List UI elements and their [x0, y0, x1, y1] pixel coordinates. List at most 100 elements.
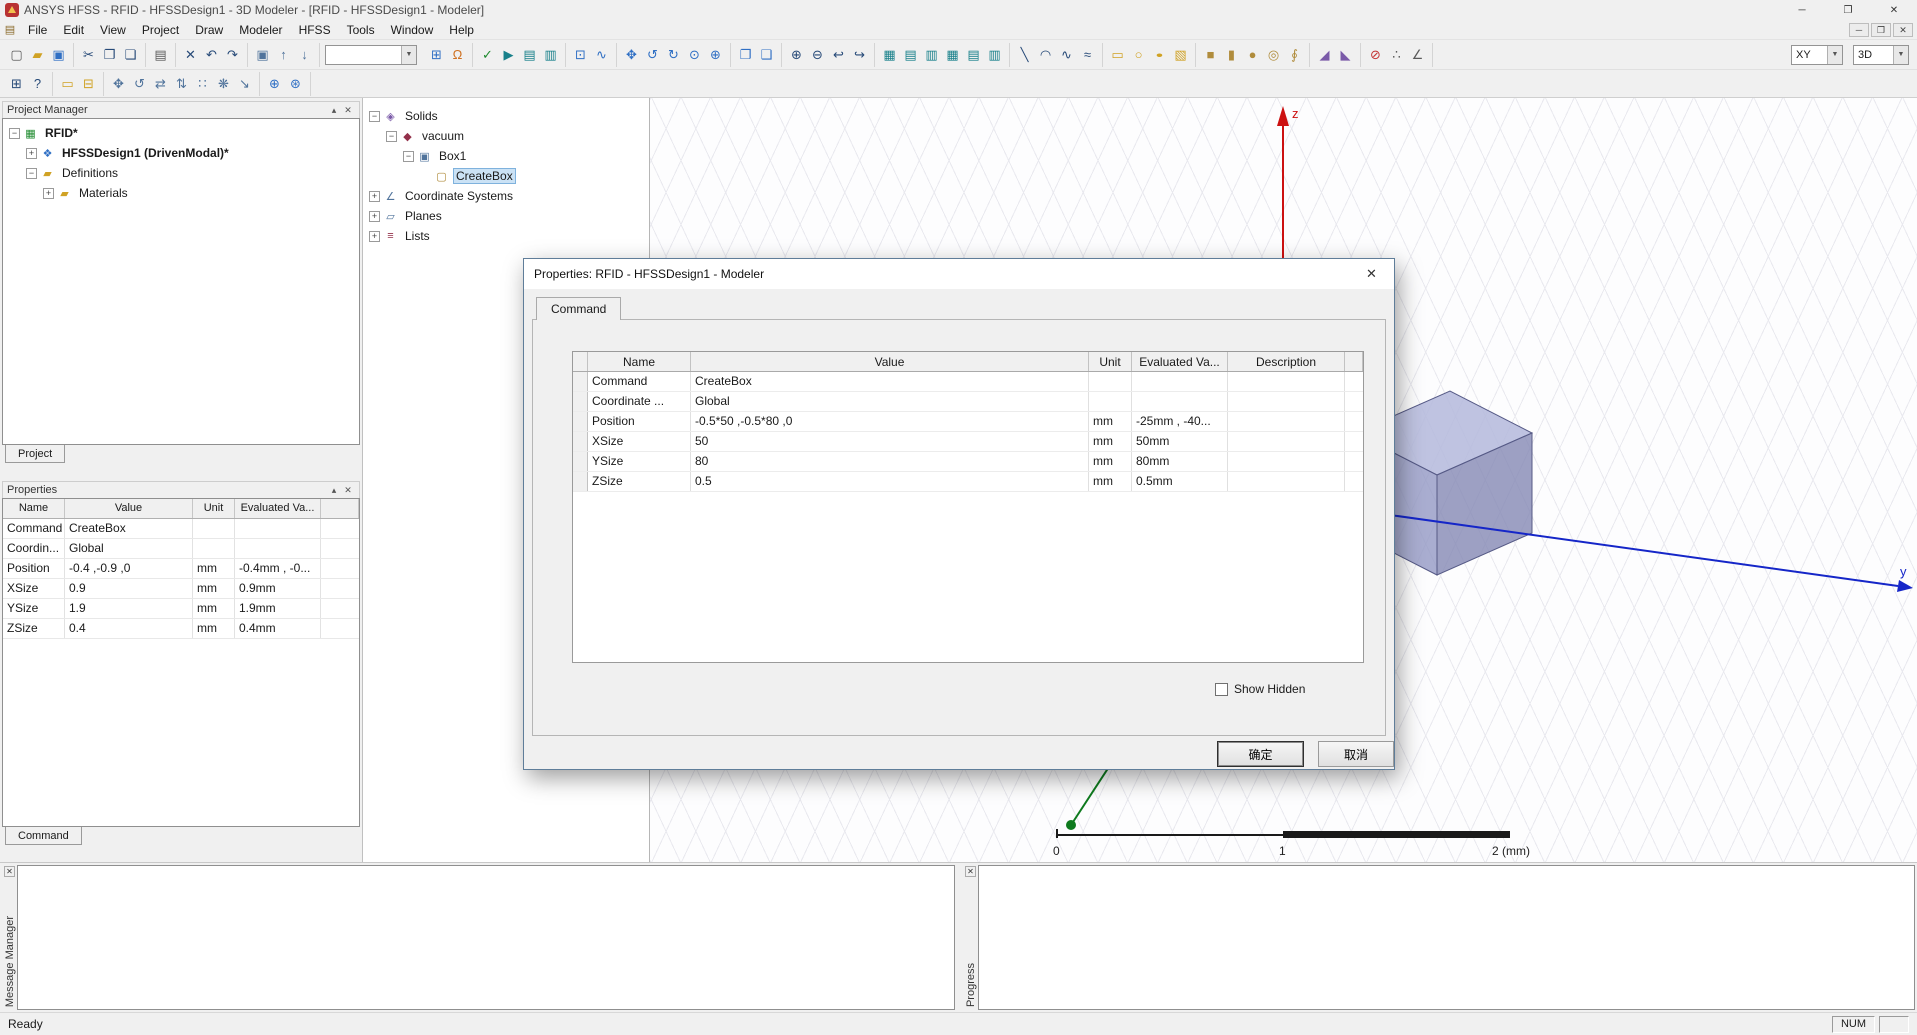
- setup-list-icon[interactable]: ▤: [963, 44, 984, 65]
- property-value-cell[interactable]: 0.5: [691, 472, 1089, 491]
- column-header-name[interactable]: Name: [588, 352, 691, 371]
- dock-close-icon[interactable]: ✕: [4, 866, 15, 877]
- tree-expand-toggle[interactable]: −: [9, 127, 20, 139]
- menu-item[interactable]: Modeler: [231, 20, 290, 39]
- property-unit-cell[interactable]: [1089, 372, 1132, 391]
- sweep-icon[interactable]: ◢: [1314, 44, 1335, 65]
- measure-icon[interactable]: ∿: [591, 44, 612, 65]
- ruler-icon[interactable]: ▭: [57, 73, 78, 94]
- tree-item[interactable]: + ▱ Planes: [363, 206, 649, 226]
- property-row[interactable]: Command CreateBox: [573, 372, 1363, 392]
- draw-box-icon[interactable]: ■: [1200, 44, 1221, 65]
- row-selector[interactable]: [573, 412, 588, 431]
- tab-command-bottom[interactable]: Command: [5, 826, 82, 845]
- mdi-restore-button[interactable]: ❐: [1871, 22, 1891, 37]
- snap-mode-icon[interactable]: ⊟: [78, 73, 99, 94]
- tree-expand-toggle[interactable]: −: [386, 130, 397, 142]
- property-value-cell[interactable]: 1.9: [65, 599, 193, 618]
- dock-close-icon[interactable]: ✕: [965, 866, 976, 877]
- next-view-icon[interactable]: ↪: [849, 44, 870, 65]
- property-unit-cell[interactable]: mm: [1089, 452, 1132, 471]
- select-down-icon[interactable]: ↓: [294, 44, 315, 65]
- dialog-close-button[interactable]: ✕: [1349, 259, 1394, 289]
- property-value-cell[interactable]: -0.4 ,-0.9 ,0: [65, 559, 193, 578]
- draw-sphere-icon[interactable]: ●: [1242, 44, 1263, 65]
- column-header-value[interactable]: Value: [65, 499, 193, 518]
- row-selector[interactable]: [573, 432, 588, 451]
- redo-icon[interactable]: ↷: [222, 44, 243, 65]
- menu-item[interactable]: View: [92, 20, 134, 39]
- column-header-name[interactable]: Name: [3, 499, 65, 518]
- chevron-down-icon[interactable]: ▼: [1893, 45, 1908, 64]
- excitations-list-icon[interactable]: ▥: [921, 44, 942, 65]
- optimetrics-list-icon[interactable]: ▥: [984, 44, 1005, 65]
- new-file-icon[interactable]: ▢: [6, 44, 27, 65]
- thicken-icon[interactable]: ◣: [1335, 44, 1356, 65]
- boundaries-list-icon[interactable]: ▤: [900, 44, 921, 65]
- property-row[interactable]: Position -0.4 ,-0.9 ,0 mm -0.4mm , -0...: [3, 559, 359, 579]
- tree-item[interactable]: + ❖ HFSSDesign1 (DrivenModal)*: [3, 143, 359, 163]
- draw-line-icon[interactable]: ╲: [1014, 44, 1035, 65]
- draw-ellipse-icon[interactable]: ●: [1149, 48, 1170, 61]
- row-selector[interactable]: [573, 372, 588, 391]
- pan-icon[interactable]: ✥: [621, 44, 642, 65]
- cut-icon[interactable]: ✂: [78, 44, 99, 65]
- property-value-cell[interactable]: CreateBox: [65, 519, 193, 538]
- tree-expand-toggle[interactable]: −: [403, 150, 414, 162]
- property-row[interactable]: Position -0.5*50 ,-0.5*80 ,0 mm -25mm , …: [573, 412, 1363, 432]
- menu-item[interactable]: Window: [383, 20, 442, 39]
- column-header-unit[interactable]: Unit: [1089, 352, 1132, 371]
- save-icon[interactable]: ▣: [48, 44, 69, 65]
- results-icon[interactable]: ▥: [540, 44, 561, 65]
- property-value-cell[interactable]: 50: [691, 432, 1089, 451]
- tree-item[interactable]: ▢ CreateBox: [363, 166, 649, 186]
- panel-collapse-icon[interactable]: ▴: [327, 105, 341, 116]
- panel-close-icon[interactable]: ✕: [341, 485, 355, 496]
- tree-expand-toggle[interactable]: +: [369, 210, 380, 222]
- menu-item[interactable]: Edit: [55, 20, 92, 39]
- duplicate-line-icon[interactable]: ∷: [192, 73, 213, 94]
- property-value-cell[interactable]: 0.4: [65, 619, 193, 638]
- tree-item[interactable]: − ◆ vacuum: [363, 126, 649, 146]
- row-selector[interactable]: [573, 472, 588, 491]
- property-row[interactable]: Coordinate ... Global: [573, 392, 1363, 412]
- property-value-cell[interactable]: 0.9: [65, 579, 193, 598]
- paste-icon[interactable]: ❏: [120, 44, 141, 65]
- tree-expand-toggle[interactable]: −: [369, 110, 380, 122]
- property-unit-cell[interactable]: mm: [1089, 432, 1132, 451]
- print-icon[interactable]: ▤: [150, 44, 171, 65]
- ok-button[interactable]: 确定: [1217, 741, 1304, 767]
- property-row[interactable]: Coordin... Global: [3, 539, 359, 559]
- property-value-cell[interactable]: Global: [65, 539, 193, 558]
- zoom-in-icon[interactable]: ⊕: [786, 44, 807, 65]
- draw-arc-icon[interactable]: ◠: [1035, 44, 1056, 65]
- no-model-icon[interactable]: ⊘: [1365, 44, 1386, 65]
- chevron-down-icon[interactable]: ▼: [401, 45, 416, 64]
- zoom-out-icon[interactable]: ⊖: [807, 44, 828, 65]
- mirror-icon[interactable]: ⇄: [150, 73, 171, 94]
- context-help-icon[interactable]: ?: [27, 73, 48, 94]
- column-header-value[interactable]: Value: [691, 352, 1089, 371]
- property-unit-cell[interactable]: mm: [1089, 472, 1132, 491]
- cancel-button[interactable]: 取消: [1318, 741, 1394, 767]
- open-folder-icon[interactable]: ▰: [27, 44, 48, 65]
- panel-collapse-icon[interactable]: ▴: [327, 485, 341, 496]
- draw-polyline-icon[interactable]: ≈: [1077, 44, 1098, 65]
- draw-region-icon[interactable]: ▧: [1170, 44, 1191, 65]
- mdi-minimize-button[interactable]: ─: [1849, 22, 1869, 37]
- fit-all-icon[interactable]: ❐: [735, 44, 756, 65]
- mesh-list-icon[interactable]: ▦: [942, 44, 963, 65]
- analyze-all-icon[interactable]: ▶: [498, 44, 519, 65]
- insert-document-icon[interactable]: ⊞: [6, 73, 27, 94]
- tree-item[interactable]: + ≡ Lists: [363, 226, 649, 246]
- property-value-cell[interactable]: 80: [691, 452, 1089, 471]
- property-row[interactable]: XSize 0.9 mm 0.9mm: [3, 579, 359, 599]
- row-selector[interactable]: [573, 392, 588, 411]
- draw-helix-icon[interactable]: ∮: [1284, 44, 1305, 65]
- property-value-cell[interactable]: CreateBox: [691, 372, 1089, 391]
- rotate-model-icon[interactable]: ↺: [642, 44, 663, 65]
- property-row[interactable]: ZSize 0.4 mm 0.4mm: [3, 619, 359, 639]
- tab-project[interactable]: Project: [5, 444, 66, 463]
- select-mode-icon[interactable]: ▣: [252, 44, 273, 65]
- tree-expand-toggle[interactable]: +: [369, 190, 380, 202]
